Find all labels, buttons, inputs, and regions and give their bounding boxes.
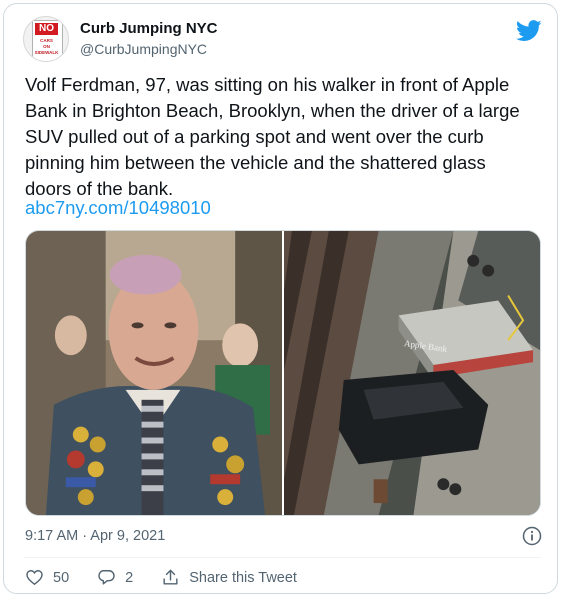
share-icon <box>163 569 178 585</box>
photo-elderly-man[interactable] <box>26 231 282 515</box>
divider <box>24 557 541 558</box>
sign-top-text: NO <box>35 23 58 35</box>
author-handle[interactable]: @CurbJumpingNYC <box>80 41 207 58</box>
info-icon[interactable] <box>522 526 542 546</box>
media-grid: Apple Bank <box>25 230 541 516</box>
avatar[interactable]: NO CARS ON SIDEWALK <box>23 16 69 62</box>
author-name[interactable]: Curb Jumping NYC <box>80 20 218 38</box>
reply-icon <box>98 570 115 585</box>
tweet-text: Volf Ferdman, 97, was sitting on his wal… <box>25 74 520 199</box>
share-label: Share this Tweet <box>189 569 297 586</box>
reply-button[interactable]: 2 <box>97 568 133 587</box>
like-count: 50 <box>53 569 70 586</box>
sign-line: CARS <box>40 38 53 43</box>
like-button[interactable]: 50 <box>25 568 69 587</box>
tweet-card: NO CARS ON SIDEWALK Curb Jumping NYC @Cu… <box>3 3 558 594</box>
crash-scene-image <box>284 231 540 515</box>
reply-count: 2 <box>125 569 134 586</box>
share-button[interactable]: Share this Tweet <box>161 568 297 587</box>
action-bar: 50 2 Share this Tweet <box>25 568 325 587</box>
twitter-bird-icon[interactable] <box>516 20 542 42</box>
tweet-link[interactable]: abc7ny.com/10498010 <box>25 196 211 220</box>
tweet-timestamp[interactable]: 9:17 AM · Apr 9, 2021 <box>25 528 165 544</box>
sign-line: SIDEWALK <box>34 50 59 55</box>
no-cars-sign-logo: NO CARS ON SIDEWALK <box>32 20 63 61</box>
photo-crash-scene[interactable]: Apple Bank <box>284 231 540 515</box>
heart-icon <box>26 570 43 586</box>
sign-line: ON <box>43 44 50 49</box>
elderly-man-image <box>26 231 282 515</box>
